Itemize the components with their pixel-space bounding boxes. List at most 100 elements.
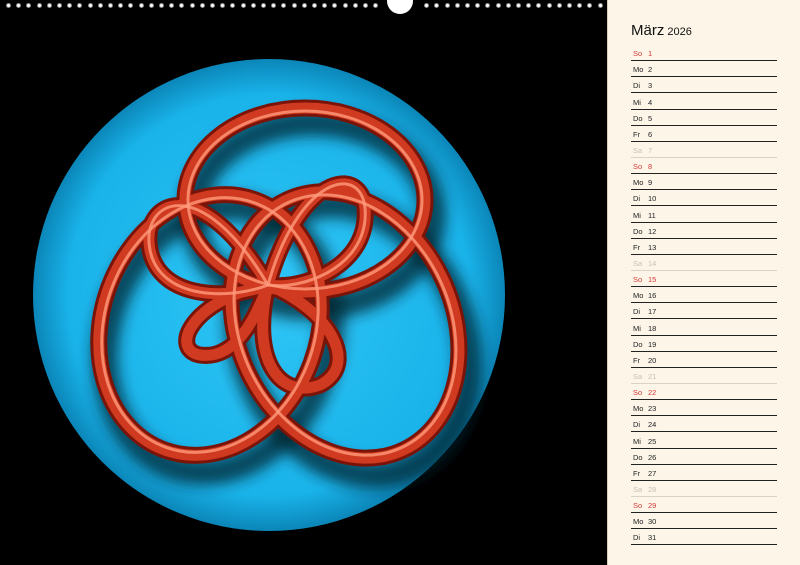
day-list: So 1 Mo 2 Di 3 Mi 4 Do 5 Fr 6 Sa 7 So 8 Mo 9 Di 10 Mi 11 Do 12 F… xyxy=(631,45,777,546)
weekday-label: Sa xyxy=(633,371,643,381)
day-row: Do 12 xyxy=(631,223,777,239)
binding-ring xyxy=(332,3,338,8)
day-row: Mi 4 xyxy=(631,93,777,110)
binding-ring xyxy=(444,3,450,8)
binding-ring xyxy=(516,3,521,8)
month-title: März 2026 xyxy=(631,22,692,39)
day-number: 29 xyxy=(648,501,657,511)
weekday-label: So xyxy=(633,501,643,511)
binding-ring xyxy=(556,3,562,8)
weekday-label: Do xyxy=(633,452,643,462)
binding-ring xyxy=(189,3,195,8)
weekday-label: Di xyxy=(633,307,641,317)
day-number: 17 xyxy=(648,307,657,317)
binding-ring xyxy=(108,3,113,8)
weekday-label: Fr xyxy=(633,355,641,365)
binding-ring xyxy=(46,3,52,8)
binding-ring xyxy=(6,3,11,8)
day-row: So 8 xyxy=(631,158,777,175)
day-row: Di 24 xyxy=(631,416,777,433)
binding-ring xyxy=(250,3,256,8)
binding-ring xyxy=(240,3,246,8)
day-number: 11 xyxy=(648,210,656,220)
day-number: 30 xyxy=(648,517,657,527)
day-row: Di 3 xyxy=(631,77,777,94)
binding-ring xyxy=(546,3,552,8)
day-number: 2 xyxy=(648,65,653,75)
binding-ring xyxy=(261,3,266,8)
day-row: Di 10 xyxy=(631,190,777,207)
binding-ring xyxy=(597,3,603,8)
day-row: Mo 16 xyxy=(631,287,777,304)
binding-ring xyxy=(342,3,348,8)
day-row: So 22 xyxy=(631,384,777,401)
binding-ring xyxy=(67,3,73,8)
binding-ring xyxy=(230,3,236,8)
binding-ring xyxy=(199,3,205,8)
weekday-label: Mi xyxy=(633,436,641,446)
day-number: 12 xyxy=(648,226,657,236)
day-row: Mi 11 xyxy=(631,206,777,223)
day-number: 8 xyxy=(648,162,653,172)
weekday-label: Do xyxy=(633,339,643,349)
fractal-knot-icon xyxy=(33,59,505,531)
weekday-label: Mo xyxy=(633,291,644,301)
day-row: Mo 9 xyxy=(631,174,777,191)
day-number: 22 xyxy=(648,388,657,398)
day-row: Di 17 xyxy=(631,303,777,320)
day-row: Do 5 xyxy=(631,110,777,126)
calendar-artwork xyxy=(0,0,607,565)
binding-ring xyxy=(118,3,124,8)
binding-ring xyxy=(291,3,297,8)
binding-ring xyxy=(220,3,226,8)
weekday-label: So xyxy=(633,49,643,59)
weekday-label: Mi xyxy=(633,97,641,107)
day-number: 5 xyxy=(648,113,653,123)
weekday-label: Mo xyxy=(633,404,644,414)
binding-ring xyxy=(271,3,277,8)
binding-ring xyxy=(587,3,593,8)
day-number: 19 xyxy=(648,339,657,349)
binding-ring xyxy=(485,3,491,8)
weekday-label: Sa xyxy=(633,484,643,494)
binding-ring xyxy=(526,3,532,8)
day-row: Do 19 xyxy=(631,336,777,352)
calendar-panel: März 2026 So 1 Mo 2 Di 3 Mi 4 Do 5 Fr 6 Sa 7 So 8 Mo 9 Di 10… xyxy=(607,0,800,565)
binding-ring xyxy=(36,3,42,8)
binding-ring xyxy=(312,3,317,8)
binding-ring xyxy=(465,3,470,8)
hanger-hole xyxy=(387,0,413,14)
day-row: Mi 25 xyxy=(631,432,777,449)
day-number: 14 xyxy=(648,258,657,268)
binding-ring xyxy=(87,3,93,8)
binding-ring xyxy=(210,3,215,8)
day-number: 28 xyxy=(648,484,657,494)
day-number: 20 xyxy=(648,355,657,365)
weekday-label: Do xyxy=(633,226,643,236)
day-number: 13 xyxy=(648,242,657,252)
binding-ring xyxy=(567,3,572,8)
day-row: Fr 20 xyxy=(631,352,777,368)
day-row: Mo 2 xyxy=(631,61,777,78)
day-row: Mo 23 xyxy=(631,400,777,417)
day-row: Mi 18 xyxy=(631,319,777,336)
day-number: 4 xyxy=(648,97,653,107)
binding-ring xyxy=(159,3,164,8)
day-number: 7 xyxy=(648,145,653,155)
weekday-label: Di xyxy=(633,533,641,543)
binding-ring xyxy=(505,3,511,8)
weekday-label: Di xyxy=(633,194,641,204)
binding-ring xyxy=(77,3,83,8)
binding-ring xyxy=(373,3,379,8)
month-name: März xyxy=(631,22,665,39)
binding-ring xyxy=(179,3,185,8)
day-row: So 29 xyxy=(631,497,777,514)
weekday-label: Mo xyxy=(633,65,644,75)
day-number: 6 xyxy=(648,129,653,139)
binding-ring xyxy=(475,3,481,8)
day-number: 15 xyxy=(648,275,657,285)
day-number: 27 xyxy=(648,468,657,478)
day-row: Sa 14 xyxy=(631,255,777,271)
day-row: So 15 xyxy=(631,271,777,288)
day-number: 18 xyxy=(648,323,657,333)
